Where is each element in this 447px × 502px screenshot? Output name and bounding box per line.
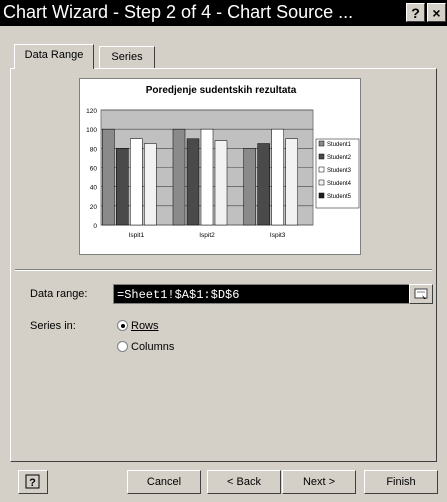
legend-label: Student1 <box>327 142 352 148</box>
window-title: Chart Wizard - Step 2 of 4 - Chart Sourc… <box>3 2 354 22</box>
bar <box>172 128 186 226</box>
data-range-input[interactable]: =Sheet1!$A$1:$D$6 <box>113 284 433 304</box>
bar <box>102 128 115 226</box>
tab-series-label: Series <box>111 51 143 63</box>
x-tick-label: Ispit3 <box>270 232 286 239</box>
radio-dot <box>121 324 125 328</box>
bar <box>186 138 200 226</box>
help-title-button[interactable]: ? <box>406 3 425 22</box>
cancel-button[interactable]: Cancel <box>127 470 201 494</box>
tab-series[interactable]: Series <box>99 46 155 68</box>
y-tick-label: 60 <box>90 166 98 173</box>
legend-label: Student5 <box>327 194 352 200</box>
series-in-label: Series in: <box>30 320 76 332</box>
legend-label: Student3 <box>327 168 352 174</box>
legend-label: Student2 <box>327 155 352 161</box>
bar <box>116 148 129 226</box>
bar <box>285 138 298 226</box>
x-tick-label: Ispit1 <box>129 232 145 239</box>
legend-swatch <box>318 153 325 160</box>
help-button[interactable]: ? <box>18 470 48 494</box>
svg-text:?: ? <box>29 477 36 489</box>
legend-swatch <box>318 140 325 147</box>
bar <box>257 143 270 226</box>
title-bar: Chart Wizard - Step 2 of 4 - Chart Sourc… <box>0 0 447 26</box>
tab-data-range-label: Data Range <box>24 49 84 61</box>
legend-label: Student4 <box>327 181 352 187</box>
bar <box>214 140 228 226</box>
bar <box>271 128 284 226</box>
data-range-label: Data range: <box>30 288 88 300</box>
bar <box>144 143 157 226</box>
rows-radio-label[interactable]: Rows <box>131 320 159 332</box>
legend-swatch <box>318 166 325 173</box>
chart-svg: 0 20 40 60 80 100 120 Ispit1 Ispit2 Ispit3 Student… <box>86 108 360 239</box>
collapse-dialog-icon <box>414 288 428 299</box>
x-tick-label: Ispit2 <box>199 232 215 239</box>
bar <box>200 128 214 226</box>
collapse-dialog-button[interactable] <box>409 284 433 304</box>
y-tick-label: 20 <box>90 204 98 211</box>
legend-swatch <box>318 179 325 186</box>
tab-data-range[interactable]: Data Range <box>14 44 94 69</box>
separator <box>15 269 432 271</box>
help-icon: ? <box>25 474 40 489</box>
rows-radio[interactable] <box>117 320 128 331</box>
y-tick-label: 100 <box>86 127 97 134</box>
next-button[interactable]: Next > <box>282 470 356 494</box>
y-tick-label: 40 <box>90 185 98 192</box>
y-tick-label: 0 <box>93 223 97 230</box>
y-tick-label: 80 <box>90 146 98 153</box>
chart-preview: Poredjenje sudentskih rezultata 0 20 40 60 8… <box>79 78 361 255</box>
columns-radio[interactable] <box>117 341 128 352</box>
y-tick-label: 120 <box>86 108 97 115</box>
bar <box>243 148 256 226</box>
close-button[interactable]: × <box>427 3 446 22</box>
finish-button[interactable]: Finish <box>364 470 438 494</box>
bar <box>130 138 143 226</box>
back-button[interactable]: < Back <box>207 470 281 494</box>
legend-swatch <box>318 192 325 199</box>
columns-radio-label[interactable]: Columns <box>131 341 174 353</box>
